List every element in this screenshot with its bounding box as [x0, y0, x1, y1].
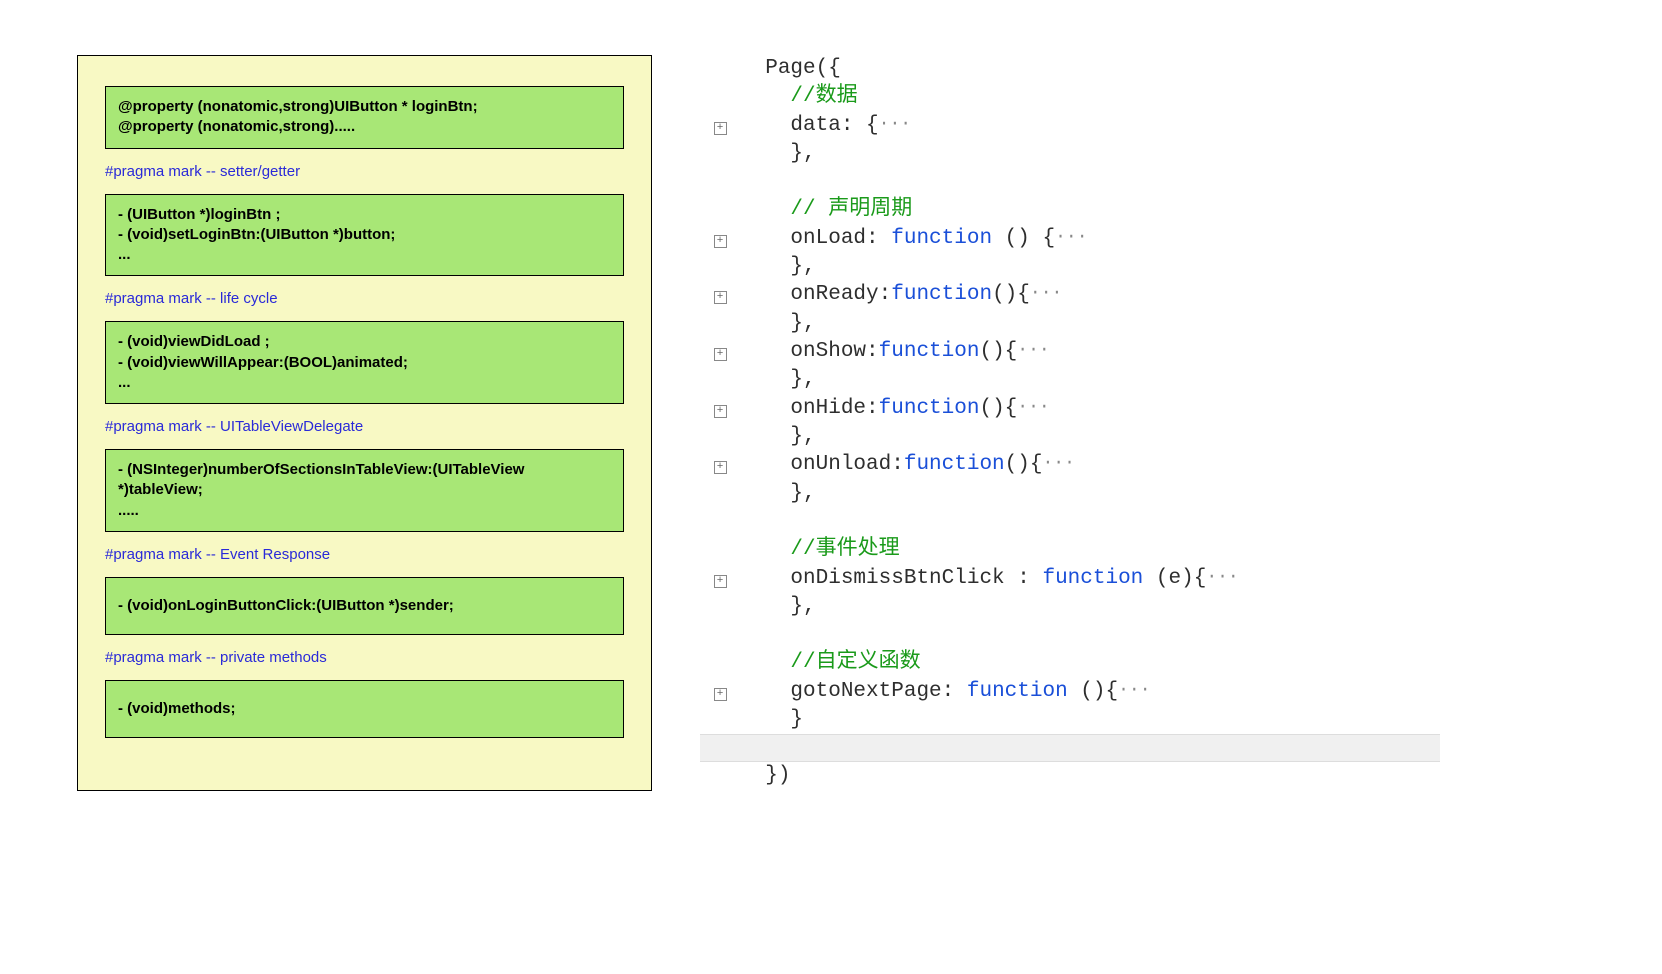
code-text: onHide:function(){···	[740, 395, 1050, 423]
code-line: - (void)setLoginBtn:(UIButton *)button;	[118, 225, 611, 245]
code-comment: // 声明周期	[740, 196, 912, 224]
code-line: @property (nonatomic,strong).....	[118, 117, 611, 137]
code-line: - (UIButton *)loginBtn ;	[118, 205, 611, 225]
pragma-table-delegate: #pragma mark -- UITableViewDelegate	[105, 418, 624, 435]
code-text: onUnload:function(){···	[740, 451, 1075, 479]
pragma-life-cycle: #pragma mark -- life cycle	[105, 290, 624, 307]
code-text: })	[740, 762, 790, 790]
code-line: - (void)methods;	[118, 699, 611, 719]
setter-getter-block: - (UIButton *)loginBtn ; - (void)setLogi…	[105, 194, 624, 277]
fold-icon[interactable]: +	[714, 291, 727, 304]
pragma-setter-getter: #pragma mark -- setter/getter	[105, 163, 624, 180]
property-block: @property (nonatomic,strong)UIButton * l…	[105, 86, 624, 149]
code-text: onReady:function(){···	[740, 281, 1062, 309]
code-line: ...	[118, 373, 611, 393]
code-text: },	[740, 366, 816, 394]
code-text: onShow:function(){···	[740, 338, 1050, 366]
objc-structure-panel: @property (nonatomic,strong)UIButton * l…	[77, 55, 652, 791]
code-line: - (void)onLoginButtonClick:(UIButton *)s…	[118, 596, 611, 616]
code-text: onLoad: function () {···	[740, 225, 1088, 253]
pragma-event-response: #pragma mark -- Event Response	[105, 546, 624, 563]
wx-page-code-panel: Page({ //数据 + data: {··· }, // 声明周期 + on…	[700, 55, 1440, 791]
fold-icon[interactable]: +	[714, 405, 727, 418]
code-comment: //事件处理	[740, 536, 900, 564]
code-text: },	[740, 480, 816, 508]
code-text: },	[740, 253, 816, 281]
code-text: data: {···	[740, 112, 911, 140]
code-text: gotoNextPage: function (){···	[740, 678, 1151, 706]
pragma-private-methods: #pragma mark -- private methods	[105, 649, 624, 666]
table-delegate-block: - (NSInteger)numberOfSectionsInTableView…	[105, 449, 624, 532]
code-text: },	[740, 310, 816, 338]
code-text: },	[740, 593, 816, 621]
code-line: .....	[118, 501, 611, 521]
code-line: - (NSInteger)numberOfSectionsInTableView…	[118, 460, 611, 501]
fold-icon[interactable]: +	[714, 348, 727, 361]
fold-icon[interactable]: +	[714, 575, 727, 588]
life-cycle-block: - (void)viewDidLoad ; - (void)viewWillAp…	[105, 321, 624, 404]
fold-icon[interactable]: +	[714, 461, 727, 474]
code-text: onDismissBtnClick : function (e){···	[740, 565, 1239, 593]
code-text: },	[740, 140, 816, 168]
private-methods-block: - (void)methods;	[105, 680, 624, 738]
code-text: }	[740, 706, 803, 734]
code-comment: //自定义函数	[740, 649, 921, 677]
fold-icon[interactable]: +	[714, 122, 727, 135]
event-response-block: - (void)onLoginButtonClick:(UIButton *)s…	[105, 577, 624, 635]
code-text: Page({	[740, 55, 841, 83]
code-line: - (void)viewDidLoad ;	[118, 332, 611, 352]
fold-icon[interactable]: +	[714, 235, 727, 248]
code-line: - (void)viewWillAppear:(BOOL)animated;	[118, 353, 611, 373]
code-comment: //数据	[740, 83, 858, 111]
code-line: @property (nonatomic,strong)UIButton * l…	[118, 97, 611, 117]
fold-icon[interactable]: +	[714, 688, 727, 701]
code-text: },	[740, 423, 816, 451]
code-line: ...	[118, 245, 611, 265]
cursor-line[interactable]	[700, 734, 1440, 762]
